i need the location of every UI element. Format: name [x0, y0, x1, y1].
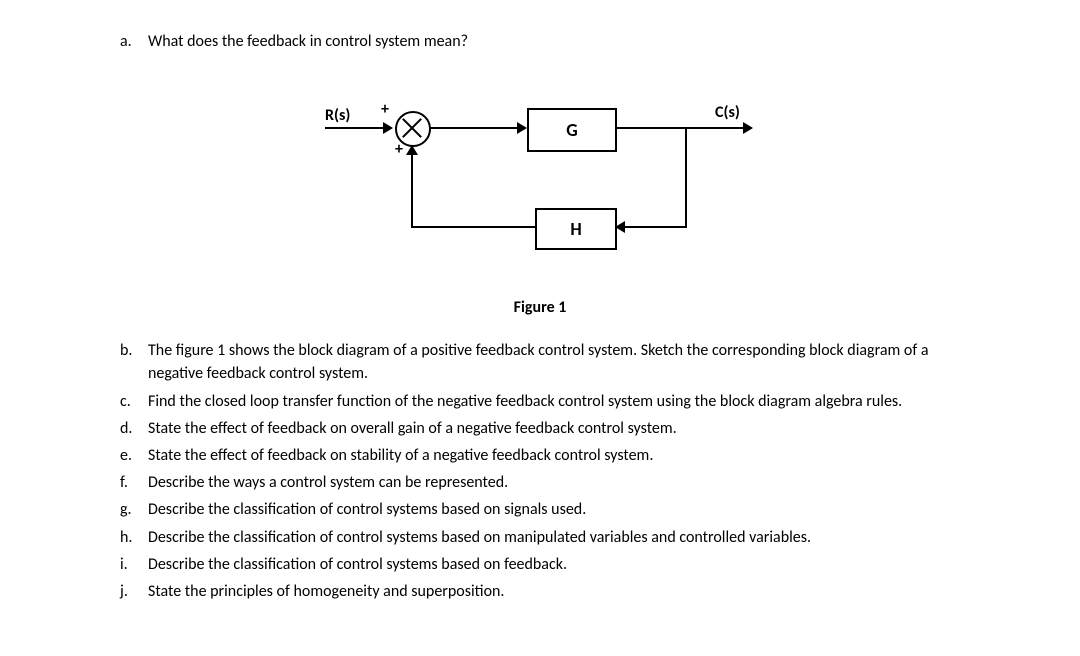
question-item: f. Describe the ways a control system ca…	[120, 471, 960, 494]
question-text: The figure 1 shows the block diagram of …	[148, 339, 960, 385]
question-item: j. State the principles of homogeneity a…	[120, 580, 960, 603]
block-h: H	[535, 208, 617, 250]
question-text: State the effect of feedback on stabilit…	[148, 444, 960, 467]
arrow-icon	[406, 145, 418, 155]
question-text: Describe the ways a control system can b…	[148, 471, 960, 494]
question-marker: a.	[120, 30, 148, 53]
sum-sign-bottom: +	[395, 140, 403, 159]
diagram-line	[411, 226, 535, 228]
question-text: Describe the classification of control s…	[148, 498, 960, 521]
question-marker: j.	[120, 580, 148, 603]
sum-sign-top: +	[381, 100, 389, 119]
block-diagram: R(s) + G C(s) H +	[325, 98, 755, 278]
output-signal-label: C(s)	[715, 103, 740, 122]
question-text: What does the feedback in control system…	[148, 30, 960, 53]
question-item: e. State the effect of feedback on stabi…	[120, 444, 960, 467]
diagram-line	[625, 226, 687, 228]
question-marker: f.	[120, 471, 148, 494]
block-diagram-container: R(s) + G C(s) H +	[120, 98, 960, 278]
question-marker: d.	[120, 417, 148, 440]
diagram-line	[411, 147, 413, 228]
question-text: State the effect of feedback on overall …	[148, 417, 960, 440]
question-marker: e.	[120, 444, 148, 467]
arrow-icon	[517, 122, 527, 134]
question-item: i. Describe the classification of contro…	[120, 553, 960, 576]
diagram-line	[325, 127, 385, 129]
question-item: c. Find the closed loop transfer functio…	[120, 390, 960, 413]
question-item: a. What does the feedback in control sys…	[120, 30, 960, 53]
question-text: Describe the classification of control s…	[148, 553, 960, 576]
question-marker: b.	[120, 339, 148, 362]
arrow-icon	[743, 122, 753, 134]
question-text: State the principles of homogeneity and …	[148, 580, 960, 603]
diagram-line	[615, 127, 745, 129]
question-text: Describe the classification of control s…	[148, 526, 960, 549]
question-item: g. Describe the classification of contro…	[120, 498, 960, 521]
diagram-line	[685, 127, 687, 228]
figure-caption: Figure 1	[120, 298, 960, 317]
diagram-line	[429, 127, 519, 129]
question-marker: h.	[120, 526, 148, 549]
question-text: Find the closed loop transfer function o…	[148, 390, 960, 413]
question-item: h. Describe the classification of contro…	[120, 526, 960, 549]
input-signal-label: R(s)	[325, 106, 350, 125]
arrow-icon	[383, 122, 393, 134]
question-item: b. The figure 1 shows the block diagram …	[120, 339, 960, 385]
block-g: G	[527, 108, 617, 152]
question-item: d. State the effect of feedback on overa…	[120, 417, 960, 440]
question-marker: g.	[120, 498, 148, 521]
question-marker: i.	[120, 553, 148, 576]
question-marker: c.	[120, 390, 148, 413]
